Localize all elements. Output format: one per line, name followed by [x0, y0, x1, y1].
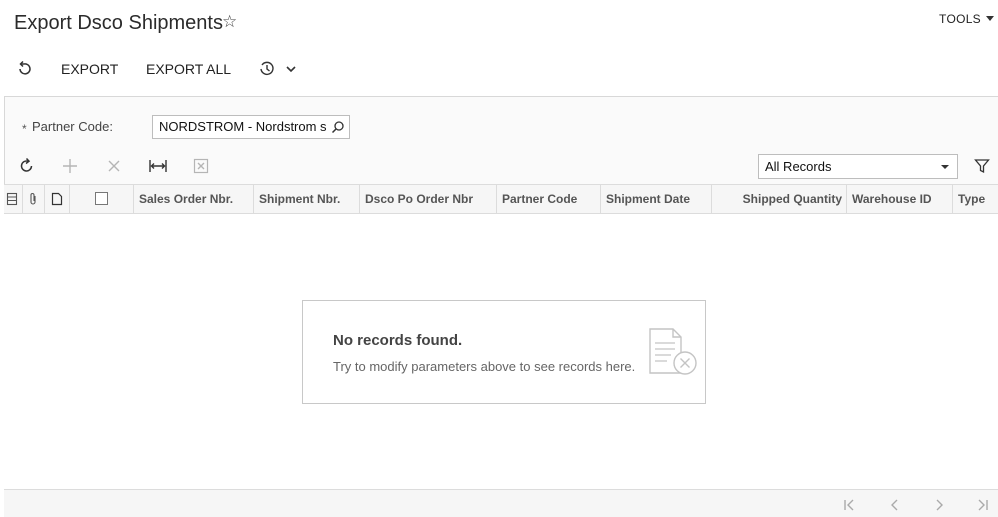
- required-mark: *: [22, 122, 27, 136]
- last-page-icon[interactable]: [976, 498, 990, 517]
- partner-code-input[interactable]: NORDSTROM - Nordstrom s: [152, 115, 350, 139]
- col-sales-order-nbr[interactable]: Sales Order Nbr.: [134, 185, 254, 213]
- select-all-checkbox[interactable]: [95, 192, 108, 210]
- undo-icon[interactable]: [16, 60, 34, 83]
- no-document-icon: [647, 327, 701, 384]
- search-icon[interactable]: [328, 119, 345, 138]
- filter-icon[interactable]: [974, 158, 990, 179]
- records-filter-value: All Records: [765, 159, 832, 174]
- history-icon[interactable]: [258, 60, 276, 83]
- col-shipment-nbr[interactable]: Shipment Nbr.: [254, 185, 360, 213]
- note-icon[interactable]: [51, 192, 63, 211]
- tools-label: TOOLS: [939, 12, 981, 26]
- prev-page-icon[interactable]: [888, 498, 902, 517]
- first-page-icon[interactable]: [842, 498, 856, 517]
- excel-icon: [192, 157, 210, 180]
- records-filter-select[interactable]: All Records: [758, 154, 958, 179]
- partner-code-label: Partner Code:: [32, 119, 113, 134]
- pager: [4, 489, 998, 517]
- chevron-down-icon[interactable]: [285, 62, 297, 80]
- export-button[interactable]: EXPORT: [61, 56, 118, 82]
- col-type[interactable]: Type: [953, 185, 998, 213]
- export-all-button[interactable]: EXPORT ALL: [146, 56, 231, 82]
- refresh-icon[interactable]: [18, 157, 36, 180]
- add-icon: [61, 157, 79, 180]
- attachment-icon[interactable]: [27, 192, 39, 211]
- col-dsco-po-order-nbr[interactable]: Dsco Po Order Nbr: [360, 185, 497, 213]
- grid-header: Sales Order Nbr. Shipment Nbr. Dsco Po O…: [4, 184, 998, 214]
- partner-code-value: NORDSTROM - Nordstrom s: [159, 119, 327, 134]
- page-title: Export Dsco Shipments: [14, 12, 223, 34]
- files-icon[interactable]: [6, 192, 18, 211]
- col-partner-code[interactable]: Partner Code: [497, 185, 601, 213]
- fit-width-icon[interactable]: [148, 157, 168, 180]
- chevron-down-icon: [986, 16, 994, 21]
- next-page-icon[interactable]: [932, 498, 946, 517]
- empty-title: No records found.: [333, 332, 463, 349]
- main-toolbar: EXPORT EXPORT ALL: [0, 56, 998, 82]
- delete-icon: [105, 157, 123, 180]
- col-shipped-quantity[interactable]: Shipped Quantity: [712, 185, 847, 213]
- empty-state: No records found. Try to modify paramete…: [302, 300, 706, 404]
- empty-subtitle: Try to modify parameters above to see re…: [333, 359, 636, 374]
- col-shipment-date[interactable]: Shipment Date: [601, 185, 712, 213]
- star-icon[interactable]: ☆: [222, 12, 237, 32]
- chevron-down-icon: [941, 165, 949, 169]
- col-warehouse-id[interactable]: Warehouse ID: [847, 185, 953, 213]
- tools-menu[interactable]: TOOLS: [939, 12, 994, 26]
